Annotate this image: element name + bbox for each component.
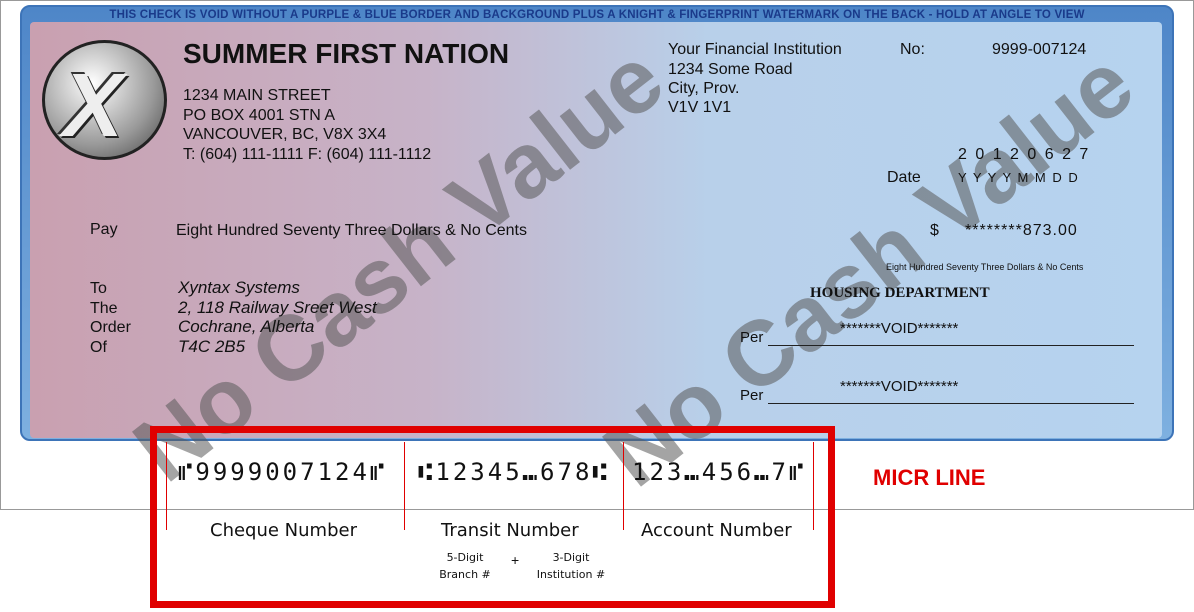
cheque-number: 9999-007124 [992, 41, 1087, 58]
payee-line: T4C 2B5 [178, 336, 246, 356]
payee-line: Cochrane, Alberta [178, 317, 315, 336]
signature-line [768, 345, 1134, 346]
per-label: Per [740, 329, 764, 346]
payee-label: To [90, 280, 107, 297]
divider [404, 442, 405, 530]
divider [623, 442, 624, 530]
issuer-logo: X [42, 40, 167, 160]
payee-line: 2, 118 Railway Sreet West [178, 297, 377, 317]
payee-address: Xyntax Systems 2, 118 Railway Sreet West… [178, 278, 377, 356]
security-banner-text: THIS CHECK IS VOID WITHOUT A PURPLE & BL… [109, 9, 1085, 21]
issuer-address: 1234 MAIN STREET [183, 87, 331, 104]
bank-name: Your Financial Institution [668, 41, 842, 58]
amount: ********873.00 [965, 222, 1078, 239]
payee-line: Xyntax Systems [178, 278, 300, 297]
pay-label: Pay [90, 221, 118, 238]
amount-words-small: Eight Hundred Seventy Three Dollars & No… [886, 262, 1084, 272]
issuer-name: SUMMER FIRST NATION [183, 38, 510, 69]
logo-glyph: X [63, 56, 124, 156]
bank-address: V1V 1V1 [668, 99, 732, 116]
institution-top: 3-Digit [552, 551, 590, 564]
branch-bottom: Branch # [439, 568, 491, 581]
department: HOUSING DEPARTMENT [810, 285, 990, 301]
cheque-number-label: No: [900, 41, 925, 58]
institution-bottom: Institution # [536, 568, 606, 581]
void-text: *******VOID******* [840, 378, 959, 395]
micr-transit: ⑆12345⑉678⑆ [418, 458, 610, 486]
account-number-caption: Account Number [641, 520, 792, 541]
issuer-address: VANCOUVER, BC, V8X 3X4 [183, 126, 387, 143]
micr-cheque: ⑈9999007124⑈ [178, 458, 388, 486]
bank-address: 1234 Some Road [668, 61, 793, 78]
branch-caption: 5-Digit Branch # [430, 551, 500, 581]
payee-label: Of [90, 338, 107, 356]
signature-line [768, 403, 1134, 404]
institution-caption: 3-Digit Institution # [528, 551, 614, 581]
per-label: Per [740, 387, 764, 404]
date-value: 2 0 1 2 0 6 2 7 [958, 146, 1091, 163]
payee-label: The [90, 299, 118, 317]
amount-words: Eight Hundred Seventy Three Dollars & No… [176, 222, 527, 239]
bank-address: City, Prov. [668, 80, 740, 97]
micr-title: MICR LINE [873, 465, 986, 490]
void-text: *******VOID******* [840, 320, 959, 337]
currency-symbol: $ [930, 222, 939, 239]
issuer-phones: T: (604) 111-1111 F: (604) 111-1112 [183, 146, 432, 163]
issuer-address: PO BOX 4001 STN A [183, 107, 336, 124]
transit-number-caption: Transit Number [441, 520, 579, 541]
cheque-number-caption: Cheque Number [210, 520, 357, 541]
divider [166, 442, 167, 530]
payee-label: Order [90, 319, 131, 336]
payee-labels: To The Order Of [90, 279, 131, 357]
date-label: Date [887, 169, 921, 186]
divider [813, 442, 814, 530]
plus-sign: + [511, 552, 520, 568]
micr-account: 123⑉456⑉7⑈ [632, 458, 807, 486]
branch-top: 5-Digit [446, 551, 484, 564]
date-format: Y Y Y Y M M D D [958, 170, 1080, 185]
